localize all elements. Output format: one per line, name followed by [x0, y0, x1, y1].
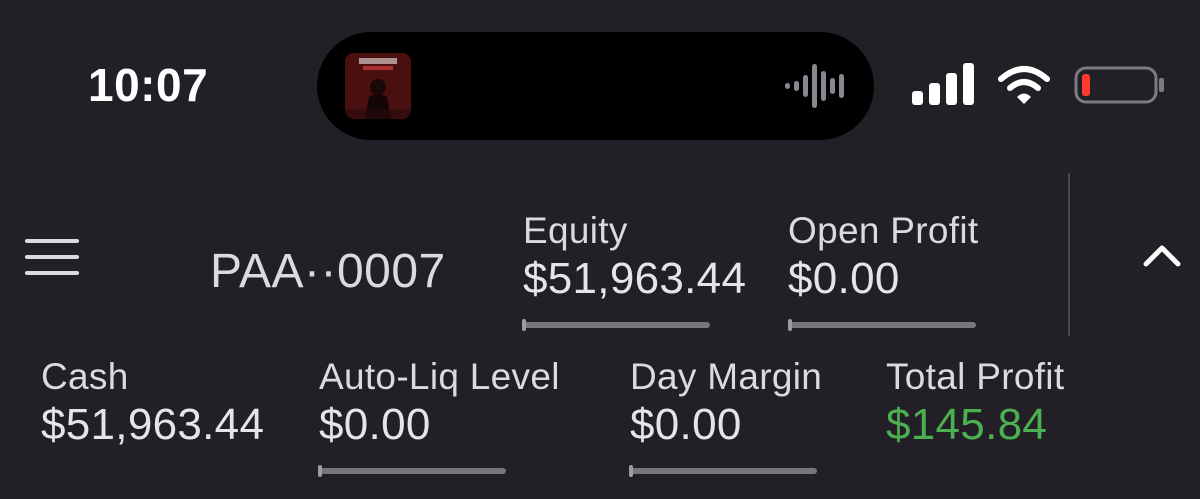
day-margin-bar	[629, 465, 817, 477]
cash-label: Cash	[41, 356, 129, 397]
metric-cash[interactable]: Cash $51,963.44	[41, 356, 264, 450]
wifi-icon	[998, 66, 1050, 104]
battery-low-icon	[1074, 66, 1164, 104]
header-divider	[1068, 173, 1070, 336]
chevron-up-icon[interactable]	[1140, 240, 1184, 270]
metric-open-profit[interactable]: Open Profit $0.00	[788, 210, 978, 304]
hamburger-menu-icon[interactable]	[25, 237, 81, 277]
equity-bar	[522, 319, 710, 331]
cash-value: $51,963.44	[41, 400, 265, 449]
open-profit-bar	[788, 319, 976, 331]
total-profit-value: $145.84	[886, 400, 1048, 449]
metric-equity[interactable]: Equity $51,963.44	[523, 210, 746, 304]
status-bar-time: 10:07	[88, 59, 209, 111]
cellular-signal-icon	[912, 63, 974, 105]
auto-liq-level-bar	[318, 465, 506, 477]
equity-label: Equity	[523, 210, 628, 251]
account-id[interactable]: PAA··0007	[210, 244, 446, 299]
open-profit-label: Open Profit	[788, 210, 979, 251]
auto-liq-level-value: $0.00	[319, 400, 431, 449]
metric-day-margin[interactable]: Day Margin $0.00	[630, 356, 822, 450]
equity-value: $51,963.44	[523, 254, 747, 303]
metric-total-profit[interactable]: Total Profit $145.84	[886, 356, 1064, 450]
auto-liq-level-label: Auto-Liq Level	[319, 356, 560, 397]
dynamic-island[interactable]	[317, 32, 874, 140]
open-profit-value: $0.00	[788, 254, 900, 303]
day-margin-label: Day Margin	[630, 356, 823, 397]
waveform-icon	[785, 64, 844, 108]
total-profit-label: Total Profit	[886, 356, 1065, 397]
day-margin-value: $0.00	[630, 400, 742, 449]
album-art-icon[interactable]	[345, 53, 411, 119]
metric-auto-liq-level[interactable]: Auto-Liq Level $0.00	[319, 356, 560, 450]
